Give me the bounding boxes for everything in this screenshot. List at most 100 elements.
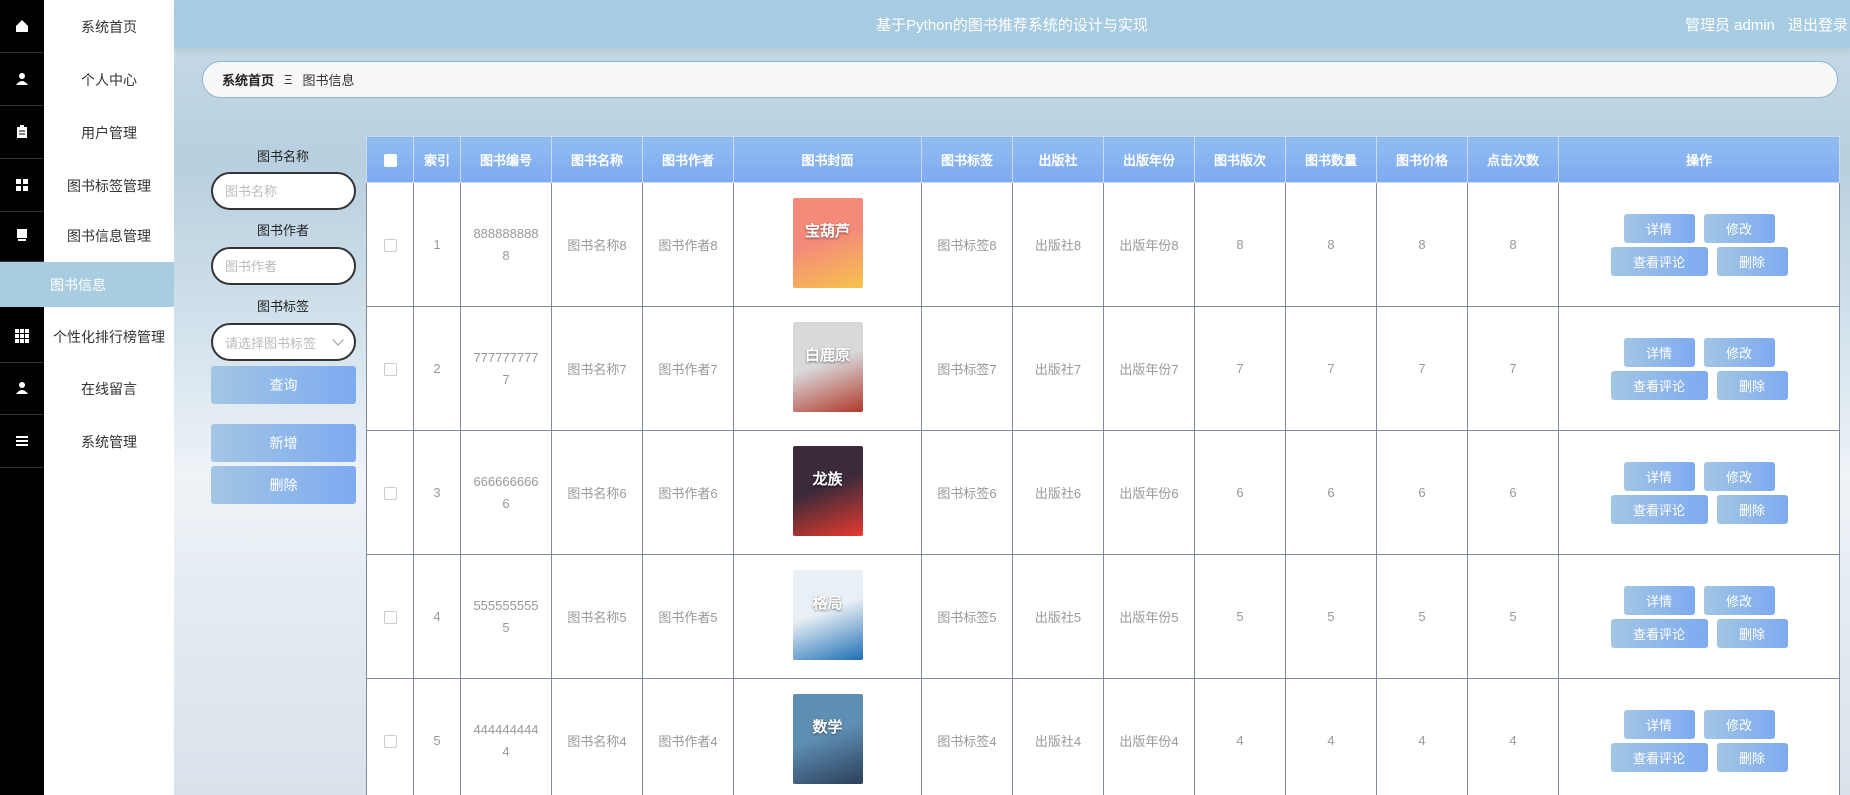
- detail-button[interactable]: 详情: [1623, 461, 1695, 491]
- sidebar-item-label: 系统管理: [81, 433, 137, 450]
- detail-button[interactable]: 详情: [1623, 337, 1695, 367]
- delete-row-button[interactable]: 删除: [1716, 370, 1788, 400]
- sidebar-item-label: 个性化排行榜管理: [53, 328, 165, 345]
- edit-button[interactable]: 修改: [1703, 461, 1775, 491]
- delete-row-button[interactable]: 删除: [1716, 246, 1788, 276]
- user-icon: [0, 362, 44, 415]
- admin-label: 管理员 admin: [1684, 17, 1775, 34]
- delete-row-button[interactable]: 删除: [1716, 742, 1788, 772]
- book-author-cell: 图书作者5: [642, 554, 734, 679]
- book-name-cell: 图书名称7: [551, 306, 643, 431]
- code-cell: 8888888888: [460, 182, 552, 307]
- book-name-input[interactable]: [211, 172, 356, 210]
- row-checkbox[interactable]: [383, 363, 397, 377]
- book-code: 7777777777: [473, 349, 539, 387]
- actions-cell: 详情 修改 查看评论 删除: [1558, 678, 1840, 795]
- detail-button[interactable]: 详情: [1623, 709, 1695, 739]
- delete-row-button[interactable]: 删除: [1716, 618, 1788, 648]
- actions-cell: 详情 修改 查看评论 删除: [1558, 554, 1840, 679]
- column-header: 图书版次: [1194, 136, 1286, 183]
- top-header: 基于Python的图书推荐系统的设计与实现 管理员 admin 退出登录: [174, 0, 1850, 48]
- index-cell: 4: [413, 554, 461, 679]
- view-comments-button[interactable]: 查看评论: [1610, 494, 1708, 524]
- column-header: 图书价格: [1376, 136, 1468, 183]
- count-cell: 8: [1285, 182, 1377, 307]
- query-button[interactable]: 查询: [211, 366, 356, 404]
- row-checkbox[interactable]: [383, 487, 397, 501]
- book-cover-title: 白鹿原: [804, 347, 850, 364]
- view-comments-button[interactable]: 查看评论: [1610, 742, 1708, 772]
- book-author-input[interactable]: [211, 247, 356, 285]
- book-author-cell: 图书作者8: [642, 182, 734, 307]
- view-comments-button[interactable]: 查看评论: [1610, 246, 1708, 276]
- clicks-cell: 5: [1467, 554, 1559, 679]
- sidebar-item-6[interactable]: 在线留言: [0, 362, 174, 415]
- book-cover-title: 数学: [812, 719, 843, 736]
- home-icon: [0, 0, 44, 53]
- detail-button[interactable]: 详情: [1623, 213, 1695, 243]
- sidebar-subitem-book-info[interactable]: 图书信息: [0, 262, 174, 307]
- column-header: 图书封面: [733, 136, 922, 183]
- delete-row-button[interactable]: 删除: [1716, 494, 1788, 524]
- app-title: 基于Python的图书推荐系统的设计与实现: [876, 17, 1148, 34]
- edition-cell: 7: [1194, 306, 1286, 431]
- sidebar-item-2[interactable]: 用户管理: [0, 106, 174, 159]
- add-button[interactable]: 新增: [211, 424, 356, 462]
- detail-button[interactable]: 详情: [1623, 585, 1695, 615]
- publisher-cell: 出版社6: [1012, 430, 1104, 555]
- sidebar-item-1[interactable]: 个人中心: [0, 53, 174, 106]
- edit-button[interactable]: 修改: [1703, 709, 1775, 739]
- sidebar: 系统首页 个人中心 用户管理 图书标签管理 图书信息管理个性化排行榜管理 在线留言系统管理…: [0, 0, 174, 795]
- cover-cell: 白鹿原: [733, 306, 922, 431]
- sidebar-item-0[interactable]: 系统首页: [0, 0, 174, 53]
- row-checkbox[interactable]: [383, 611, 397, 625]
- edition-cell: 8: [1194, 182, 1286, 307]
- view-comments-button[interactable]: 查看评论: [1610, 370, 1708, 400]
- user-icon: [0, 53, 44, 106]
- breadcrumb-home[interactable]: 系统首页: [222, 70, 274, 89]
- sidebar-item-4[interactable]: 图书信息管理: [0, 209, 174, 262]
- breadcrumb-separator: Ξ: [284, 72, 293, 87]
- select-all-checkbox[interactable]: [383, 154, 397, 168]
- row-checkbox[interactable]: [383, 239, 397, 253]
- book-author-cell: 图书作者6: [642, 430, 734, 555]
- count-cell: 7: [1285, 306, 1377, 431]
- index-cell: 2: [413, 306, 461, 431]
- code-cell: 7777777777: [460, 306, 552, 431]
- column-header: 索引: [413, 136, 461, 183]
- index-cell: 5: [413, 678, 461, 795]
- sidebar-item-5[interactable]: 个性化排行榜管理: [0, 310, 174, 363]
- publisher-cell: 出版社8: [1012, 182, 1104, 307]
- book-cover-title: 宝葫芦: [804, 223, 850, 240]
- select-all-header: [366, 136, 414, 183]
- book-tag-cell: 图书标签7: [921, 306, 1013, 431]
- year-cell: 出版年份8: [1103, 182, 1195, 307]
- apps-icon: [0, 310, 44, 363]
- sidebar-item-3[interactable]: 图书标签管理: [0, 159, 174, 212]
- book-tag-label: 图书标签: [256, 299, 309, 314]
- book-tag-select[interactable]: 请选择图书标签: [211, 323, 356, 361]
- edit-button[interactable]: 修改: [1703, 213, 1775, 243]
- book-name-cell: 图书名称4: [551, 678, 643, 795]
- index-cell: 1: [413, 182, 461, 307]
- publisher-cell: 出版社4: [1012, 678, 1104, 795]
- price-cell: 7: [1376, 306, 1468, 431]
- year-cell: 出版年份4: [1103, 678, 1195, 795]
- cover-cell: 格局: [733, 554, 922, 679]
- edit-button[interactable]: 修改: [1703, 337, 1775, 367]
- sidebar-item-7[interactable]: 系统管理: [0, 415, 174, 468]
- book-name-cell: 图书名称5: [551, 554, 643, 679]
- year-cell: 出版年份7: [1103, 306, 1195, 431]
- logout-link[interactable]: 退出登录: [1788, 14, 1848, 35]
- clicks-cell: 8: [1467, 182, 1559, 307]
- year-cell: 出版年份5: [1103, 554, 1195, 679]
- price-cell: 8: [1376, 182, 1468, 307]
- sidebar-item-label: 在线留言: [81, 380, 137, 397]
- edit-button[interactable]: 修改: [1703, 585, 1775, 615]
- row-checkbox[interactable]: [383, 735, 397, 749]
- book-cover-image: 数学: [792, 694, 863, 784]
- view-comments-button[interactable]: 查看评论: [1610, 618, 1708, 648]
- batch-delete-button[interactable]: 删除: [211, 466, 356, 504]
- book-code: 8888888888: [473, 225, 539, 263]
- edition-cell: 5: [1194, 554, 1286, 679]
